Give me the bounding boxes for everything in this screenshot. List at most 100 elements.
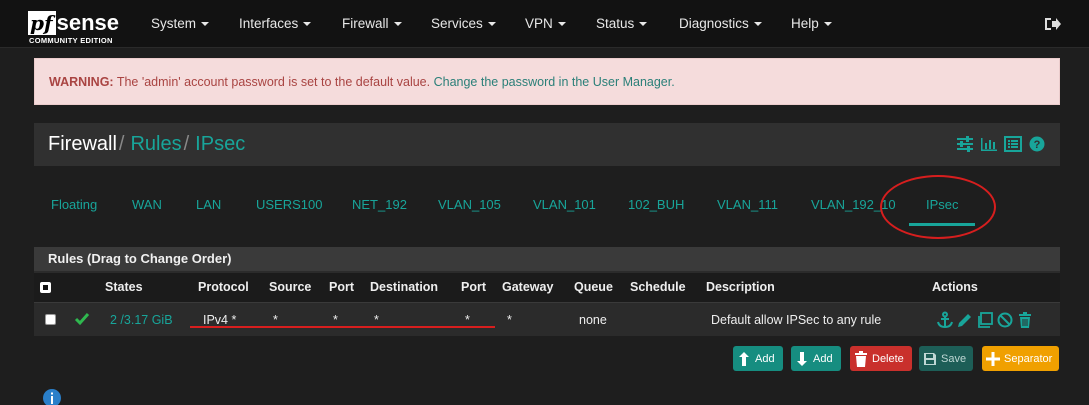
menu-diagnostics[interactable]: Diagnostics: [679, 16, 762, 31]
sliders-icon[interactable]: [956, 136, 974, 152]
panel-title: Rules (Drag to Change Order): [34, 247, 1060, 271]
warning-prefix: WARNING:: [49, 75, 114, 89]
col-gateway: Gateway: [502, 280, 554, 294]
help-icon[interactable]: ?: [1028, 136, 1046, 152]
logo-sense: sense: [56, 10, 119, 35]
breadcrumb-ipsec[interactable]: IPsec: [195, 133, 245, 155]
row-actions: [936, 311, 1034, 329]
change-password-link[interactable]: Change the password in the User Manager.: [434, 75, 675, 89]
tab-net-192[interactable]: NET_192: [352, 197, 407, 212]
row-description: Default allow IPSec to any rule: [711, 313, 882, 327]
menu-vpn[interactable]: VPN: [525, 16, 566, 31]
table-row[interactable]: 2 /3.17 GiB IPv4 * * * * * * none Defaul…: [34, 302, 1060, 336]
logo-wordmark: pf sense: [28, 8, 119, 35]
active-tab-indicator: [909, 223, 975, 226]
save-label: Save: [941, 352, 967, 365]
row-gateway: *: [507, 313, 512, 327]
separator-label: Separator: [1004, 352, 1053, 365]
check-icon: [74, 311, 90, 327]
save-button[interactable]: Save: [919, 346, 973, 371]
caret-down-icon: [823, 22, 832, 27]
menu-label: Help: [791, 16, 819, 31]
select-all-checkbox[interactable]: [40, 282, 51, 293]
anchor-icon[interactable]: [936, 311, 954, 329]
pencil-icon[interactable]: [956, 311, 974, 329]
copy-icon[interactable]: [976, 311, 994, 329]
menu-label: Diagnostics: [679, 16, 749, 31]
add-bottom-label: Add: [813, 352, 833, 365]
caret-down-icon: [639, 22, 648, 27]
tab-102-buh[interactable]: 102_BUH: [628, 197, 684, 212]
menu-label: Services: [431, 16, 483, 31]
caret-down-icon: [201, 22, 210, 27]
col-destination-port: Port: [461, 280, 486, 294]
svg-text:?: ?: [1034, 139, 1041, 151]
arrow-down-icon: [791, 346, 813, 371]
sign-out-icon[interactable]: [1043, 15, 1061, 33]
breadcrumb-rules[interactable]: Rules: [130, 133, 181, 155]
tab-vlan-111[interactable]: VLAN_111: [717, 197, 778, 212]
tab-vlan-101[interactable]: VLAN_101: [533, 197, 596, 212]
row-destination-port: *: [465, 313, 470, 327]
menu-label: Interfaces: [239, 16, 299, 31]
menu-label: VPN: [525, 16, 553, 31]
breadcrumb-firewall: Firewall: [48, 133, 117, 155]
tab-vlan-192-10[interactable]: VLAN_192_10: [811, 197, 896, 212]
row-select-checkbox[interactable]: [45, 314, 56, 325]
col-source-port: Port: [329, 280, 354, 294]
menu-status[interactable]: Status: [596, 16, 648, 31]
floppy-icon: [919, 346, 941, 371]
table-header: States Protocol Source Port Destination …: [34, 273, 1060, 302]
trash-icon[interactable]: [1016, 311, 1034, 329]
menu-label: System: [151, 16, 197, 31]
delete-label: Delete: [872, 352, 904, 365]
col-protocol: Protocol: [198, 280, 249, 294]
col-description: Description: [706, 280, 775, 294]
disable-icon[interactable]: [996, 311, 1014, 329]
menu-interfaces[interactable]: Interfaces: [239, 16, 312, 31]
interface-tabs: Floating WAN LAN USERS100 NET_192 VLAN_1…: [34, 175, 1060, 239]
warning-message: The 'admin' account password is set to t…: [113, 75, 434, 89]
add-top-label: Add: [755, 352, 775, 365]
tab-wan[interactable]: WAN: [132, 197, 162, 212]
add-separator-button[interactable]: Separator: [982, 346, 1059, 371]
row-source: *: [273, 313, 278, 327]
bar-chart-icon[interactable]: [980, 136, 998, 152]
delete-button[interactable]: Delete: [850, 346, 912, 371]
menu-firewall[interactable]: Firewall: [342, 16, 402, 31]
tab-ipsec[interactable]: IPsec: [926, 197, 959, 212]
info-icon[interactable]: [43, 389, 61, 405]
caret-down-icon: [303, 22, 312, 27]
trash-icon: [850, 346, 872, 371]
col-actions: Actions: [932, 280, 978, 294]
menu-system[interactable]: System: [151, 16, 210, 31]
caret-down-icon: [393, 22, 402, 27]
row-destination: *: [374, 313, 379, 327]
col-source: Source: [269, 280, 312, 294]
breadcrumb-separator: /: [118, 133, 125, 155]
add-rule-top-button[interactable]: Add: [733, 346, 783, 371]
tab-lan[interactable]: LAN: [196, 197, 221, 212]
menu-label: Status: [596, 16, 635, 31]
breadcrumb-shortcuts: ?: [956, 136, 1046, 154]
row-source-port: *: [333, 313, 338, 327]
col-destination: Destination: [370, 280, 439, 294]
plus-icon: [982, 346, 1004, 371]
row-states[interactable]: 2 /3.17 GiB: [110, 313, 173, 327]
menu-services[interactable]: Services: [431, 16, 496, 31]
annotation-underline: [190, 326, 495, 328]
caret-down-icon: [487, 22, 496, 27]
tab-vlan-105[interactable]: VLAN_105: [438, 197, 501, 212]
tab-floating[interactable]: Floating: [51, 197, 97, 212]
list-icon[interactable]: [1004, 136, 1022, 152]
pfsense-logo[interactable]: pf sense COMMUNITY EDITION: [28, 8, 128, 45]
add-rule-bottom-button[interactable]: Add: [791, 346, 841, 371]
col-states: States: [105, 280, 143, 294]
tab-users100[interactable]: USERS100: [256, 197, 322, 212]
menu-help[interactable]: Help: [791, 16, 832, 31]
col-schedule: Schedule: [630, 280, 686, 294]
breadcrumb-bar: Firewall / Rules / IPsec ?: [34, 123, 1060, 166]
menu-label: Firewall: [342, 16, 389, 31]
row-queue: none: [579, 313, 607, 327]
col-queue: Queue: [574, 280, 613, 294]
